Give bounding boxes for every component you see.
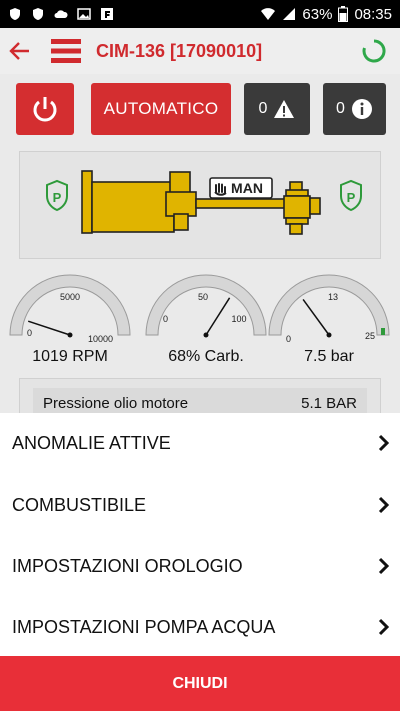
sheet-item-label: COMBUSTIBILE bbox=[12, 494, 147, 515]
chevron-right-icon bbox=[378, 557, 390, 575]
sheet-item-impostazioni-orologio[interactable]: IMPOSTAZIONI OROLOGIO bbox=[0, 536, 400, 596]
info-icon bbox=[351, 99, 372, 119]
menu-button[interactable] bbox=[48, 28, 84, 74]
fuel-gauge-dial: 0 50 100 bbox=[145, 274, 267, 338]
pressure-gauge-dial: 0 13 25 bbox=[268, 274, 390, 344]
fuel-gauge-hub bbox=[203, 332, 209, 338]
close-button[interactable]: CHIUDI bbox=[0, 656, 400, 711]
sheet-item-label: IMPOSTAZIONI OROLOGIO bbox=[12, 555, 243, 576]
sheet-item-label: ANOMALIE ATTIVE bbox=[12, 432, 171, 453]
shield-notification-icon bbox=[10, 8, 20, 20]
app-f-icon bbox=[101, 8, 113, 20]
fuel-gauge-needle bbox=[205, 297, 231, 336]
fuel-gauge-label: 68% Carb. bbox=[168, 348, 244, 365]
page-title: CIM-136 [17090010] bbox=[96, 40, 263, 61]
rpm-gauge-min: 0 bbox=[27, 328, 32, 338]
control-row: AUTOMATICO 0 0 bbox=[0, 83, 400, 135]
rpm-gauge-mid: 5000 bbox=[60, 292, 80, 302]
rpm-gauge-max: 10000 bbox=[88, 334, 113, 344]
pressure-gauge-label: 7.5 bar bbox=[304, 348, 354, 365]
chevron-right-icon bbox=[378, 618, 390, 636]
svg-text:P: P bbox=[53, 190, 62, 205]
oil-pressure-value: 5.1 BAR bbox=[301, 394, 357, 412]
water-pump-icon bbox=[283, 181, 321, 235]
back-button[interactable] bbox=[2, 28, 38, 74]
gauges-row: 0 5000 10000 1019 RPM 0 50 100 68% Carb.… bbox=[0, 272, 400, 372]
sync-spinner-icon bbox=[362, 39, 386, 63]
sync-button[interactable] bbox=[354, 28, 394, 74]
battery-icon bbox=[338, 6, 349, 22]
system-icons: 63% 08:35 bbox=[260, 6, 392, 23]
status-bar: 63% 08:35 bbox=[0, 0, 400, 28]
app-bar: CIM-136 [17090010] bbox=[0, 28, 400, 74]
notification-icons bbox=[8, 7, 114, 21]
rpm-gauge-needle bbox=[27, 320, 71, 336]
svg-text:P: P bbox=[347, 190, 356, 205]
chevron-right-icon bbox=[378, 496, 390, 514]
auto-mode-button[interactable]: AUTOMATICO bbox=[91, 83, 231, 135]
sheet-item-combustibile[interactable]: COMBUSTIBILE bbox=[0, 475, 400, 535]
cloud-icon bbox=[54, 10, 68, 18]
pressure-gauge-min: 0 bbox=[286, 334, 291, 344]
shield-notification-icon bbox=[33, 8, 43, 20]
signal-icon bbox=[283, 8, 296, 20]
engine-icon bbox=[81, 170, 197, 234]
fuel-gauge: 0 50 100 68% Carb. bbox=[143, 272, 269, 372]
rpm-gauge-dial: 0 5000 10000 bbox=[9, 274, 131, 344]
left-shield-icon: P bbox=[46, 179, 68, 212]
hamburger-icon bbox=[51, 39, 81, 63]
fuel-gauge-min: 0 bbox=[163, 314, 168, 324]
shaft-icon bbox=[195, 198, 287, 209]
sheet-item-impostazioni-pompa-acqua[interactable]: IMPOSTAZIONI POMPA ACQUA bbox=[0, 597, 400, 657]
oil-pressure-label: Pressione olio motore bbox=[43, 394, 189, 412]
warnings-count: 0 bbox=[258, 100, 268, 117]
arrow-left-icon bbox=[9, 42, 29, 60]
pump-diagram: P P MAN bbox=[19, 151, 381, 259]
clock: 08:35 bbox=[354, 5, 392, 23]
rpm-gauge: 0 5000 10000 1019 RPM bbox=[7, 272, 133, 372]
fuel-gauge-mid: 50 bbox=[198, 292, 208, 302]
rpm-gauge-label: 1019 RPM bbox=[32, 348, 108, 365]
pressure-gauge-max: 25 bbox=[365, 331, 375, 341]
wifi-icon bbox=[261, 8, 276, 20]
man-mode-label: MAN bbox=[231, 180, 263, 196]
right-shield-icon: P bbox=[340, 179, 362, 212]
power-button[interactable] bbox=[16, 83, 74, 135]
power-icon bbox=[33, 97, 57, 122]
pressure-gauge-mid: 13 bbox=[328, 292, 338, 302]
chevron-right-icon bbox=[378, 434, 390, 452]
rpm-gauge-hub bbox=[67, 332, 73, 338]
warnings-button[interactable]: 0 bbox=[244, 83, 310, 135]
pressure-gauge-hub bbox=[326, 332, 332, 338]
image-icon bbox=[77, 8, 91, 20]
warning-icon bbox=[274, 100, 295, 118]
fuel-gauge-max: 100 bbox=[231, 314, 246, 324]
pressure-gauge-needle bbox=[302, 298, 330, 336]
battery-percent: 63% bbox=[302, 5, 333, 23]
pump-diagram-graphic: P P MAN bbox=[46, 170, 362, 235]
info-count: 0 bbox=[336, 100, 345, 117]
sheet-item-anomalie-attive[interactable]: ANOMALIE ATTIVE bbox=[0, 413, 400, 473]
sheet-item-label: IMPOSTAZIONI POMPA ACQUA bbox=[12, 616, 276, 637]
info-button[interactable]: 0 bbox=[323, 83, 386, 135]
pressure-gauge: 0 13 25 7.5 bar bbox=[266, 272, 392, 372]
